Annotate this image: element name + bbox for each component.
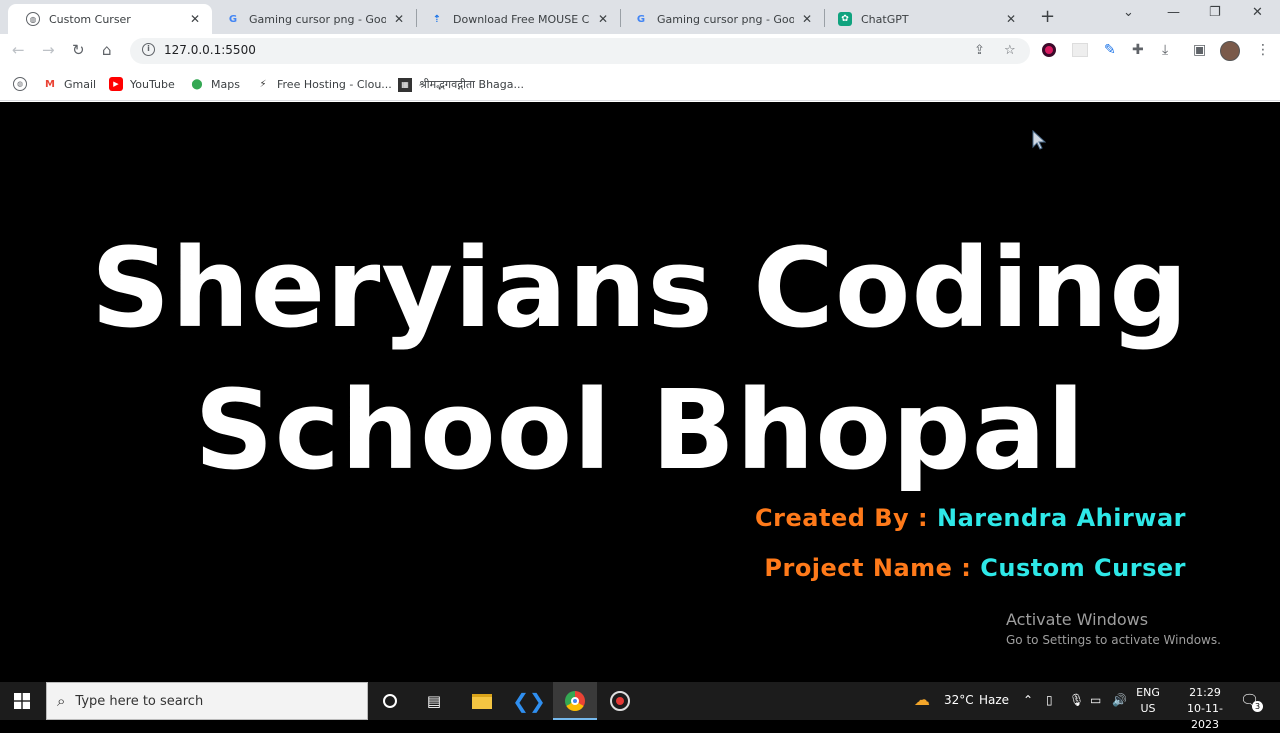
bookmark-youtube[interactable]: ▶ YouTube: [109, 77, 175, 91]
bookmark-maps[interactable]: ⬤ Maps: [190, 77, 240, 91]
extension-edit-icon[interactable]: ✎: [1104, 42, 1116, 58]
heading-line-1: Sheryians Coding: [91, 224, 1189, 352]
maps-pin-icon: ⬤: [191, 78, 203, 90]
site-favicon-icon: ⇡: [432, 13, 442, 25]
tab-chatgpt[interactable]: ✿ ChatGPT ✕: [820, 4, 1028, 34]
chevron-up-icon[interactable]: ⌃: [1023, 693, 1033, 707]
weather-icon[interactable]: ☁: [914, 690, 930, 709]
reload-icon[interactable]: ↻: [72, 41, 85, 59]
close-window-icon[interactable]: ✕: [1252, 5, 1263, 20]
chatgpt-icon: ✿: [838, 12, 852, 26]
chrome-icon[interactable]: [563, 689, 587, 713]
share-icon[interactable]: ⇪: [974, 43, 985, 58]
url-text[interactable]: 127.0.0.1:5500: [164, 43, 256, 57]
close-tab-icon[interactable]: ✕: [596, 12, 610, 26]
close-tab-icon[interactable]: ✕: [1004, 12, 1018, 26]
extension-blank-icon[interactable]: [1072, 43, 1088, 57]
tab-strip: ◍ Custom Curser ✕ G Gaming cursor png - …: [0, 0, 1280, 34]
web-page-content: Sheryians Coding School Bhopal Created B…: [0, 102, 1280, 682]
weather-desc[interactable]: Haze: [979, 693, 1009, 707]
tab-custom-curser[interactable]: ◍ Custom Curser ✕: [8, 4, 212, 34]
download-icon[interactable]: ⤓: [1162, 42, 1168, 58]
bookmark-bhagavad-gita[interactable]: ▦ श्रीमद्भगवद्गीता Bhaga...: [398, 77, 524, 92]
taskbar-search-box[interactable]: ⌕ Type here to search: [46, 682, 368, 720]
tab-download-mouse-cursor[interactable]: ⇡ Download Free MOUSE CUR ✕: [412, 4, 620, 34]
globe-icon: ◍: [13, 77, 27, 91]
youtube-icon: ▶: [109, 77, 123, 91]
search-placeholder: Type here to search: [75, 693, 204, 709]
file-explorer-icon[interactable]: [470, 689, 494, 713]
notification-count-badge: 3: [1252, 701, 1263, 712]
cortana-icon[interactable]: [378, 689, 402, 713]
created-by-line: Created By : Narendra Ahirwar: [755, 504, 1186, 532]
activate-windows-watermark: Activate Windows Go to Settings to activ…: [1006, 610, 1221, 647]
globe-icon: ◍: [26, 12, 40, 26]
bookmark-gmail[interactable]: M Gmail: [43, 77, 96, 91]
tab-gaming-cursor-1[interactable]: G Gaming cursor png - Google ✕: [208, 4, 416, 34]
close-tab-icon[interactable]: ✕: [188, 12, 202, 26]
vscode-icon[interactable]: ❮❯: [512, 689, 546, 713]
main-heading: Sheryians Coding School Bhopal: [40, 217, 1240, 501]
restore-icon[interactable]: ❐: [1209, 5, 1221, 20]
weather-temp[interactable]: 32°C: [944, 693, 974, 707]
language-indicator[interactable]: ENG US: [1136, 685, 1160, 717]
hosting-icon: ⚡: [259, 78, 267, 90]
screen-recorder-icon[interactable]: [608, 689, 632, 713]
profile-avatar[interactable]: [1220, 41, 1240, 61]
tab-search-chevron-icon[interactable]: ⌄: [1123, 5, 1134, 20]
home-icon[interactable]: ⌂: [102, 41, 112, 59]
heading-line-2: School Bhopal: [194, 366, 1086, 494]
site-favicon-icon: ▦: [398, 77, 412, 92]
address-bar[interactable]: i 127.0.0.1:5500 ⇪ ☆: [130, 38, 1030, 64]
browser-toolbar: ← → ↻ ⌂ i 127.0.0.1:5500 ⇪ ☆ ✎ ✚ ⤓ ▣ ⋮: [0, 34, 1280, 68]
extensions-puzzle-icon[interactable]: ✚: [1132, 42, 1144, 58]
project-name-line: Project Name : Custom Curser: [764, 554, 1186, 582]
custom-cursor-icon: [1032, 130, 1046, 150]
microphone-icon[interactable]: 🎙: [1069, 693, 1084, 707]
close-tab-icon[interactable]: ✕: [392, 12, 406, 26]
close-tab-icon[interactable]: ✕: [800, 12, 814, 26]
battery-icon[interactable]: ▭: [1090, 693, 1101, 707]
apps-globe-icon[interactable]: ◍: [13, 77, 34, 91]
bookmarks-bar: ◍ M Gmail ▶ YouTube ⬤ Maps ⚡ Free Hostin…: [0, 68, 1280, 101]
minimize-icon[interactable]: —: [1167, 5, 1180, 20]
forward-icon[interactable]: →: [42, 41, 55, 59]
project-name-value: Custom Curser: [980, 554, 1186, 582]
google-icon: G: [228, 13, 238, 25]
project-name-label: Project Name :: [764, 554, 972, 582]
new-tab-button[interactable]: +: [1040, 6, 1055, 27]
bookmark-free-hosting[interactable]: ⚡ Free Hosting - Clou...: [256, 77, 391, 91]
tab-gaming-cursor-2[interactable]: G Gaming cursor png - Google ✕: [616, 4, 824, 34]
tray-device-icon[interactable]: ▯: [1046, 693, 1053, 707]
back-icon[interactable]: ←: [12, 41, 25, 59]
windows-start-icon[interactable]: [14, 693, 30, 709]
google-icon: G: [636, 13, 646, 25]
gmail-icon: M: [45, 78, 55, 90]
bookmark-star-icon[interactable]: ☆: [1004, 43, 1016, 58]
system-clock[interactable]: 21:29 10-11-2023: [1176, 685, 1234, 733]
task-view-icon[interactable]: ▤: [422, 689, 446, 713]
volume-icon[interactable]: 🔊: [1112, 693, 1127, 707]
menu-kebab-icon[interactable]: ⋮: [1256, 42, 1270, 58]
windows-taskbar: ⌕ Type here to search ▤ ❮❯ ☁ 32°C Haze ⌃…: [0, 682, 1280, 731]
created-by-label: Created By :: [755, 504, 929, 532]
browser-chrome: ◍ Custom Curser ✕ G Gaming cursor png - …: [0, 0, 1280, 102]
search-icon: ⌕: [57, 692, 66, 710]
side-panel-icon[interactable]: ▣: [1193, 42, 1206, 58]
created-by-value: Narendra Ahirwar: [937, 504, 1186, 532]
site-info-icon[interactable]: i: [142, 43, 155, 56]
extension-color-icon[interactable]: [1042, 43, 1056, 57]
